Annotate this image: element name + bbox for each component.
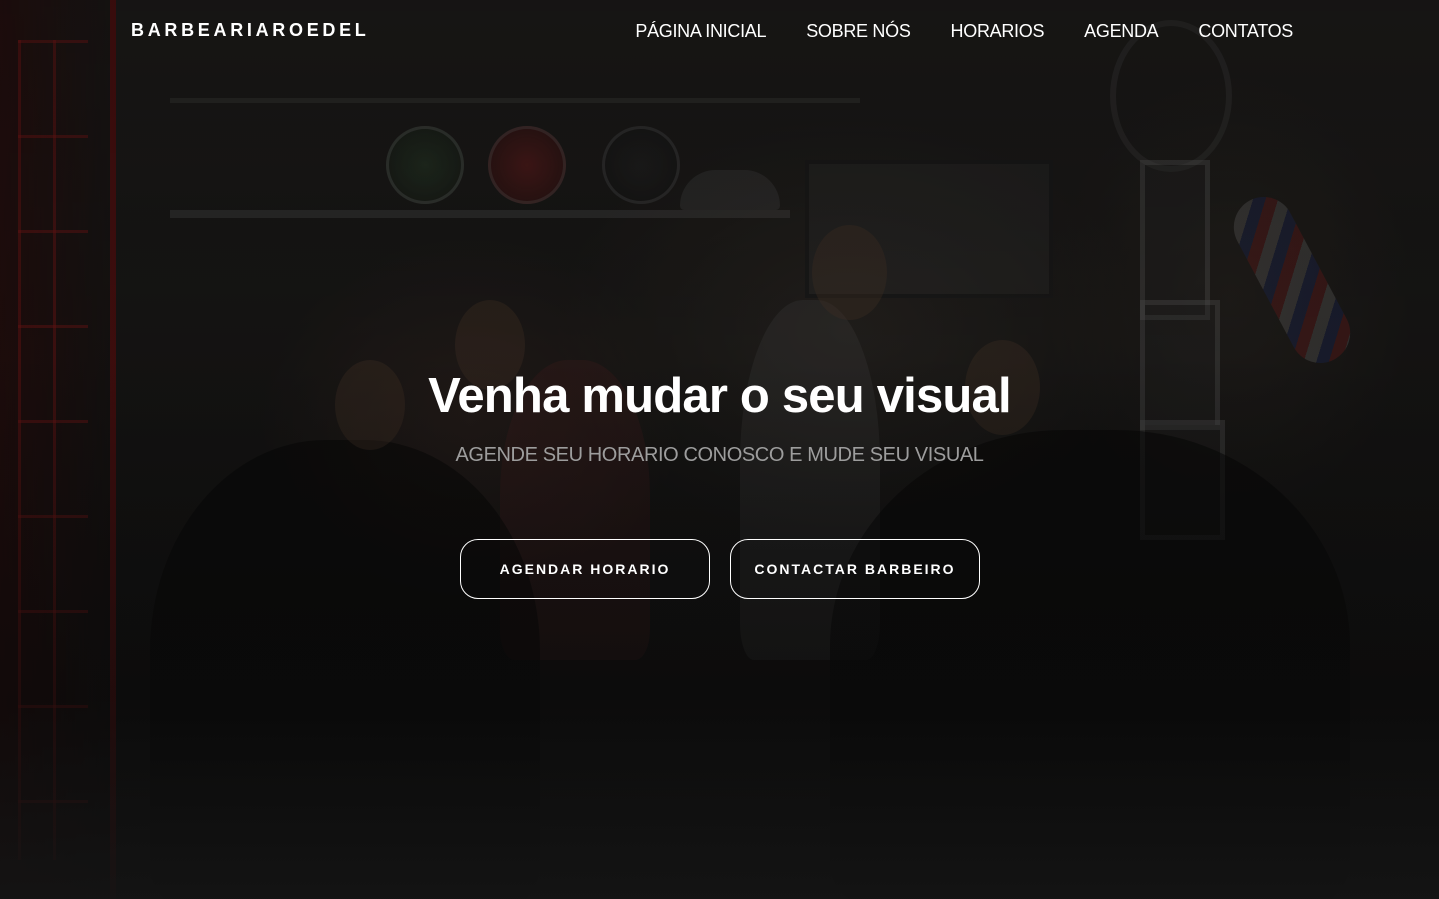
background-photo-beer-sign — [386, 126, 464, 204]
nav-link-about[interactable]: SOBRE NÓS — [806, 21, 911, 41]
nav-item: SOBRE NÓS — [806, 21, 911, 42]
nav-item: PÁGINA INICIAL — [635, 21, 766, 42]
nav-link-hours[interactable]: HORARIOS — [951, 21, 1045, 41]
nav-link-contacts[interactable]: CONTATOS — [1198, 21, 1293, 41]
background-photo-head — [812, 225, 887, 320]
background-photo-lamp — [680, 170, 780, 210]
hero-content: Venha mudar o seu visual AGENDE SEU HORA… — [0, 362, 1439, 468]
hero-title: Venha mudar o seu visual — [428, 369, 1011, 423]
background-photo-beer-sign — [602, 126, 680, 204]
background-photo-pipe — [170, 98, 860, 103]
hero-section: BARBEARIAROEDEL PÁGINA INICIAL SOBRE NÓS… — [0, 0, 1439, 899]
hero-buttons: AGENDAR HORARIO CONTACTAR BARBEIRO — [460, 539, 980, 599]
background-photo-beer-sign — [488, 126, 566, 204]
hero-subtitle: AGENDE SEU HORARIO CONOSCO E MUDE SEU VI… — [455, 444, 984, 466]
background-photo-client — [150, 440, 540, 899]
nav-link-schedule[interactable]: AGENDA — [1084, 21, 1159, 41]
nav-links: PÁGINA INICIAL SOBRE NÓS HORARIOS AGENDA… — [635, 21, 1293, 42]
background-photo-barber — [740, 300, 880, 660]
nav-item: HORARIOS — [951, 21, 1045, 42]
background-photo-tv — [805, 160, 1053, 298]
nav-item: CONTATOS — [1198, 21, 1293, 42]
contact-barber-button[interactable]: CONTACTAR BARBEIRO — [730, 539, 980, 599]
schedule-appointment-button[interactable]: AGENDAR HORARIO — [460, 539, 710, 599]
background-photo-frame — [1140, 160, 1210, 320]
brand-logo[interactable]: BARBEARIAROEDEL — [131, 20, 370, 41]
background-photo-client — [830, 430, 1350, 899]
navbar: BARBEARIAROEDEL PÁGINA INICIAL SOBRE NÓS… — [0, 0, 1439, 64]
background-photo-barber-pole — [1223, 186, 1361, 374]
nav-item: AGENDA — [1084, 21, 1159, 42]
background-photo-shelf — [170, 210, 790, 218]
nav-link-home[interactable]: PÁGINA INICIAL — [635, 21, 766, 41]
